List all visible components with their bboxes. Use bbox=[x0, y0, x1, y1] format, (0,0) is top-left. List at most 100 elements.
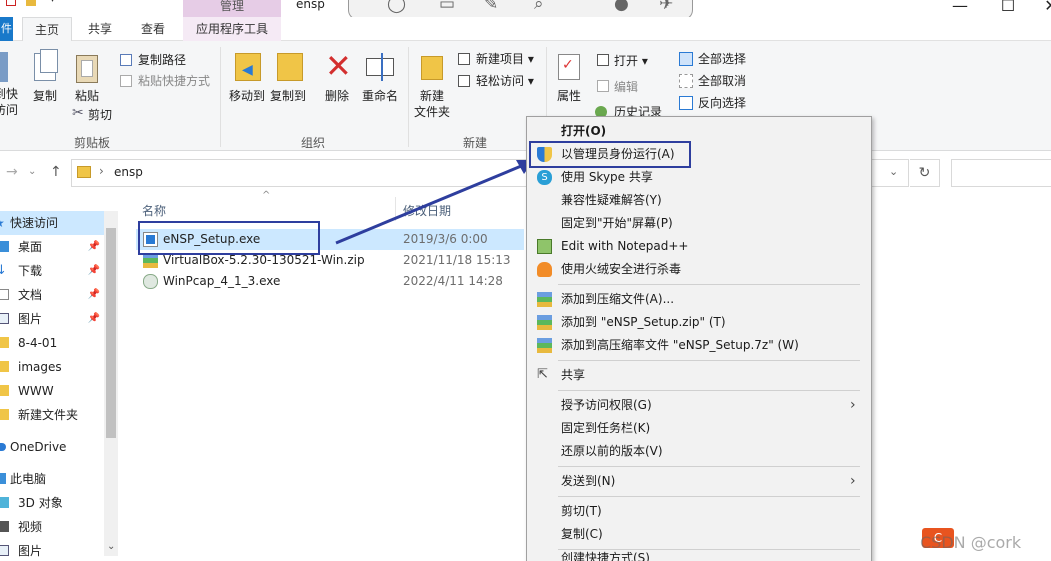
new-folder-icon[interactable] bbox=[421, 56, 443, 80]
menu-item-skype-share[interactable]: S 使用 Skype 共享 bbox=[528, 166, 868, 188]
rename-icon[interactable] bbox=[366, 53, 394, 81]
nav-item-downloads[interactable]: ↓ 下载 📌 bbox=[0, 259, 104, 283]
edit-button[interactable]: 编辑 bbox=[614, 79, 638, 95]
callout-tool-icon[interactable]: ▭ bbox=[439, 0, 455, 14]
nav-item-this-pc[interactable]: 此电脑 bbox=[0, 467, 104, 491]
properties-button[interactable]: 属性 bbox=[552, 89, 586, 104]
pen-tool-icon[interactable]: ✎ bbox=[484, 0, 498, 14]
new-item-icon[interactable] bbox=[458, 53, 470, 65]
copy-path-button[interactable]: 复制路径 bbox=[138, 52, 186, 68]
nav-item-pictures-pc[interactable]: 图片 bbox=[0, 539, 104, 561]
paste-button[interactable]: 粘贴 bbox=[70, 89, 104, 104]
menu-item-huorong[interactable]: 使用火绒安全进行杀毒 bbox=[528, 258, 868, 280]
open-icon[interactable] bbox=[597, 54, 609, 66]
nav-item-folder[interactable]: 新建文件夹 bbox=[0, 403, 104, 427]
minimize-button[interactable]: — bbox=[945, 0, 975, 16]
quick-access-dropdown-icon[interactable]: ▾ bbox=[50, 0, 55, 5]
select-none-button[interactable]: 全部取消 bbox=[698, 73, 746, 89]
new-item-button[interactable]: 新建项目 ▾ bbox=[476, 51, 534, 67]
move-to-icon[interactable]: ◀ bbox=[235, 53, 261, 81]
paste-icon[interactable] bbox=[76, 55, 98, 83]
delete-button[interactable]: 删除 bbox=[320, 89, 354, 104]
select-none-icon[interactable] bbox=[679, 74, 693, 88]
menu-item-send-to[interactable]: 发送到(N) › bbox=[528, 470, 868, 492]
paste-shortcut-button[interactable]: 粘贴快捷方式 bbox=[138, 73, 210, 89]
folder-icon[interactable] bbox=[26, 0, 36, 6]
nav-item-desktop[interactable]: 桌面 📌 bbox=[0, 235, 104, 259]
magnifier-tool-icon[interactable]: ⌕ bbox=[534, 0, 544, 14]
refresh-button[interactable]: ↻ bbox=[910, 159, 940, 187]
menu-item-pin-taskbar[interactable]: 固定到任务栏(K) bbox=[528, 417, 868, 439]
search-input[interactable] bbox=[951, 159, 1051, 187]
copy-path-icon[interactable] bbox=[120, 54, 132, 66]
nav-item-onedrive[interactable]: OneDrive bbox=[0, 435, 104, 459]
menu-item-share[interactable]: ⇱ 共享 bbox=[528, 364, 868, 386]
new-folder-label-1[interactable]: 新建 bbox=[412, 89, 452, 104]
copy-icon[interactable] bbox=[34, 49, 58, 81]
breadcrumb-ensp[interactable]: ensp bbox=[114, 165, 143, 179]
copy-to-button[interactable]: 复制到 bbox=[265, 89, 311, 104]
close-button[interactable]: ✕ bbox=[1036, 0, 1051, 16]
quick-access-checkbox-icon[interactable] bbox=[6, 0, 16, 6]
menu-item-pin-start[interactable]: 固定到"开始"屏幕(P) bbox=[528, 212, 868, 234]
nav-item-quick-access[interactable]: ★ 快速访问 bbox=[0, 211, 104, 235]
pin-tool-icon[interactable]: ✈ bbox=[659, 0, 673, 14]
menu-item-add-7z[interactable]: 添加到高压缩率文件 "eNSP_Setup.7z" (W) bbox=[528, 334, 868, 356]
tab-file[interactable]: 件 bbox=[0, 17, 13, 41]
nav-item-pictures[interactable]: 图片 📌 bbox=[0, 307, 104, 331]
scissors-icon[interactable]: ✂ bbox=[72, 105, 84, 121]
circle-tool-icon[interactable]: ◯ bbox=[387, 0, 406, 14]
nav-item-folder[interactable]: images bbox=[0, 355, 104, 379]
pin-quick-access-label-1[interactable]: 到快 bbox=[0, 87, 20, 102]
breadcrumb-chevron-icon[interactable]: › bbox=[99, 164, 104, 178]
menu-item-troubleshoot[interactable]: 兼容性疑难解答(Y) bbox=[528, 189, 868, 211]
invert-selection-button[interactable]: 反向选择 bbox=[698, 95, 746, 111]
menu-item-grant-access[interactable]: 授予访问权限(G) › bbox=[528, 394, 868, 416]
menu-item-copy[interactable]: 复制(C) bbox=[528, 523, 868, 545]
menu-item-open[interactable]: 打开(O) bbox=[528, 120, 868, 142]
tab-home[interactable]: 主页 bbox=[22, 17, 72, 41]
nav-item-3d-objects[interactable]: 3D 对象 bbox=[0, 491, 104, 515]
nav-item-videos[interactable]: 视频 bbox=[0, 515, 104, 539]
copy-button[interactable]: 复制 bbox=[28, 89, 62, 104]
column-header-name[interactable]: 名称 bbox=[142, 202, 166, 219]
nav-item-folder[interactable]: 8-4-01 bbox=[0, 331, 104, 355]
nav-item-documents[interactable]: 文档 📌 bbox=[0, 283, 104, 307]
easy-access-button[interactable]: 轻松访问 ▾ bbox=[476, 73, 534, 89]
menu-item-add-zip[interactable]: 添加到 "eNSP_Setup.zip" (T) bbox=[528, 311, 868, 333]
tab-view[interactable]: 查看 bbox=[130, 17, 176, 41]
invert-selection-icon[interactable] bbox=[679, 96, 693, 110]
nav-scrollbar-thumb[interactable] bbox=[106, 228, 116, 438]
properties-icon[interactable]: ✓ bbox=[558, 54, 580, 80]
maximize-button[interactable]: ☐ bbox=[993, 0, 1023, 16]
edit-icon[interactable] bbox=[597, 80, 609, 92]
up-arrow-icon[interactable]: ↑ bbox=[50, 164, 62, 180]
open-button[interactable]: 打开 ▾ bbox=[614, 53, 648, 69]
select-all-icon[interactable] bbox=[679, 52, 693, 66]
select-all-button[interactable]: 全部选择 bbox=[698, 51, 746, 67]
move-to-button[interactable]: 移动到 bbox=[224, 89, 270, 104]
forward-arrow-icon[interactable]: → bbox=[6, 164, 18, 180]
nav-item-folder[interactable]: WWW bbox=[0, 379, 104, 403]
copy-to-icon[interactable] bbox=[277, 53, 303, 81]
file-row[interactable]: WinPcap_4_1_3.exe 2022/4/11 14:28 bbox=[136, 271, 524, 292]
menu-item-restore-previous[interactable]: 还原以前的版本(V) bbox=[528, 440, 868, 462]
menu-item-create-shortcut[interactable]: 创建快捷方式(S) bbox=[528, 551, 868, 561]
delete-icon[interactable]: ✕ bbox=[325, 48, 352, 84]
scroll-down-icon[interactable]: ⌄ bbox=[107, 541, 115, 552]
address-dropdown-icon[interactable]: ⌄ bbox=[889, 165, 898, 178]
record-tool-icon[interactable]: ● bbox=[614, 0, 629, 14]
new-folder-label-2[interactable]: 文件夹 bbox=[412, 105, 452, 120]
menu-item-cut[interactable]: 剪切(T) bbox=[528, 500, 868, 522]
paste-shortcut-icon[interactable] bbox=[120, 75, 132, 87]
tab-share[interactable]: 共享 bbox=[77, 17, 123, 41]
tab-app-tools[interactable]: 应用程序工具 bbox=[183, 17, 281, 41]
cut-button[interactable]: 剪切 bbox=[88, 107, 112, 123]
recent-dropdown-icon[interactable]: ⌄ bbox=[28, 166, 36, 177]
pin-quick-access-label-2[interactable]: 访问 bbox=[0, 103, 20, 118]
menu-item-notepad[interactable]: Edit with Notepad++ bbox=[528, 235, 868, 257]
pin-quick-access-icon[interactable] bbox=[0, 52, 8, 82]
menu-item-add-archive[interactable]: 添加到压缩文件(A)... bbox=[528, 288, 868, 310]
easy-access-icon[interactable] bbox=[458, 75, 470, 87]
rename-button[interactable]: 重命名 bbox=[358, 89, 402, 104]
